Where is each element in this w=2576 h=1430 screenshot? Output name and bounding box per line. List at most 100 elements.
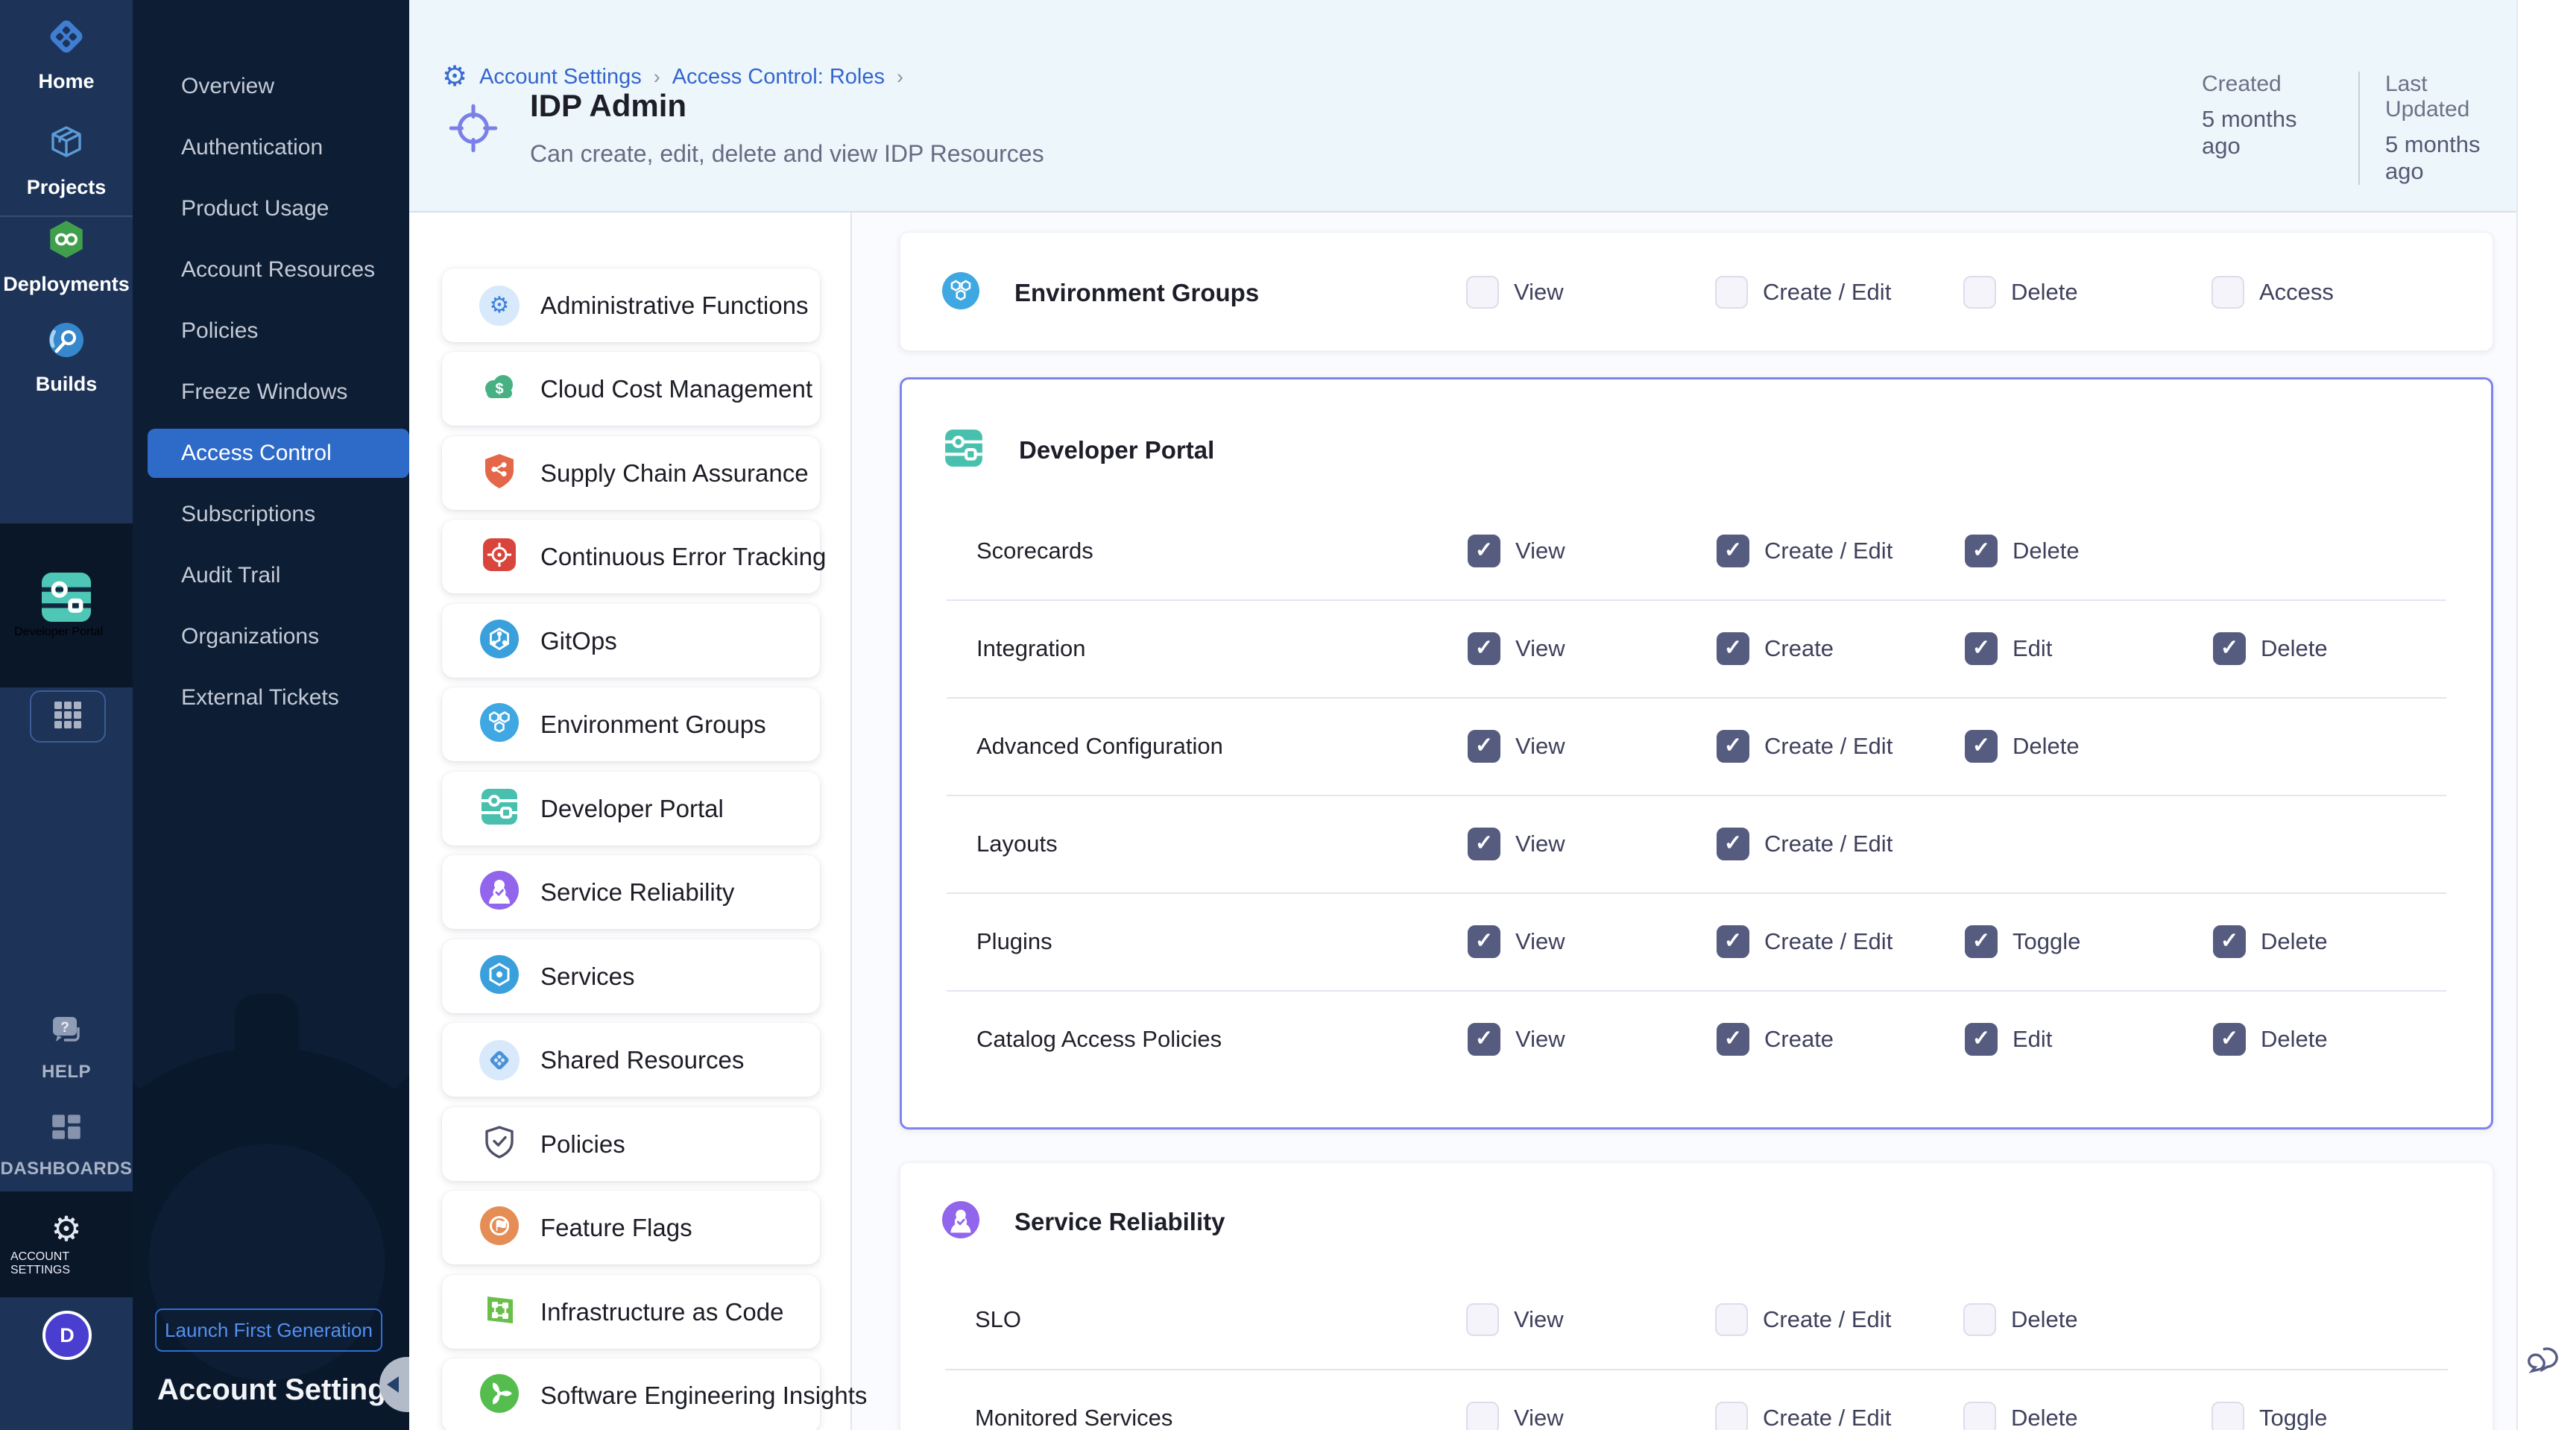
check-icon: ✓ <box>1724 1028 1742 1050</box>
toggle-checkbox[interactable]: ✓ <box>1965 925 1998 958</box>
permission-edit: ✓ Edit <box>1965 1023 2052 1056</box>
resource-card-cloud-cost-management[interactable]: $ Cloud Cost Management <box>442 352 820 426</box>
sidebar-item-label: Audit Trail <box>181 563 280 588</box>
create-checkbox[interactable]: ✓ <box>1717 632 1749 665</box>
edit-checkbox[interactable]: ✓ <box>1965 1023 1998 1056</box>
module-rail: Home Projects Deployments Builds Develo <box>0 0 133 1430</box>
delete-checkbox[interactable]: ✓ <box>2213 1023 2246 1056</box>
view-checkbox[interactable]: ✓ <box>1466 276 1499 309</box>
delete-checkbox[interactable]: ✓ <box>1963 1402 1996 1430</box>
access-checkbox[interactable]: ✓ <box>2212 276 2244 309</box>
delete-checkbox[interactable]: ✓ <box>1965 730 1998 763</box>
launch-first-generation-button[interactable]: Launch First Generation <box>155 1308 382 1352</box>
create-edit-checkbox[interactable]: ✓ <box>1717 925 1749 958</box>
permission-row-slo: SLO ✓ View ✓ Create / Edit ✓ Delete <box>900 1270 2493 1368</box>
edit-checkbox[interactable]: ✓ <box>1965 632 1998 665</box>
resource-card-feature-flags[interactable]: Feature Flags <box>442 1191 820 1264</box>
sidebar-item-freeze-windows[interactable]: Freeze Windows <box>133 368 409 417</box>
delete-checkbox[interactable]: ✓ <box>1963 276 1996 309</box>
sidebar-item-authentication[interactable]: Authentication <box>133 123 409 172</box>
resource-card-shared-resources[interactable]: Shared Resources <box>442 1023 820 1097</box>
resource-card-environment-groups[interactable]: Environment Groups <box>442 687 820 761</box>
permission-view: ✓ View <box>1468 925 1565 958</box>
sidebar-item-product-usage[interactable]: Product Usage <box>133 184 409 233</box>
sidebar-item-subscriptions[interactable]: Subscriptions <box>133 490 409 539</box>
sidebar-item-policies[interactable]: Policies <box>133 306 409 356</box>
view-checkbox[interactable]: ✓ <box>1468 1023 1500 1056</box>
target-square-icon <box>479 535 520 579</box>
delete-checkbox[interactable]: ✓ <box>2213 925 2246 958</box>
check-icon: ✓ <box>1972 930 1990 952</box>
last-updated-label: Last Updated <box>2385 72 2516 122</box>
rail-label: DASHBOARDS <box>0 1158 132 1179</box>
view-checkbox[interactable]: ✓ <box>1466 1402 1499 1430</box>
delete-checkbox[interactable]: ✓ <box>1965 535 1998 567</box>
resource-card-continuous-error-tracking[interactable]: Continuous Error Tracking <box>442 520 820 593</box>
sidebar-item-overview[interactable]: Overview <box>133 62 409 111</box>
resource-card-supply-chain-assurance[interactable]: Supply Chain Assurance <box>442 436 820 510</box>
resource-card-services[interactable]: Services <box>442 939 820 1013</box>
rail-item-home[interactable]: Home <box>0 15 133 94</box>
rail-label: Builds <box>36 372 98 397</box>
check-icon: ✓ <box>1724 930 1742 952</box>
collapse-arrow-icon <box>387 1376 399 1393</box>
resource-card-gitops[interactable]: GitOps <box>442 604 820 678</box>
sidebar-item-access-control[interactable]: Access Control <box>148 429 409 478</box>
create-edit-checkbox[interactable]: ✓ <box>1715 276 1748 309</box>
view-checkbox[interactable]: ✓ <box>1466 1303 1499 1336</box>
breadcrumb-access-control-roles[interactable]: Access Control: Roles <box>672 65 885 89</box>
resource-card-service-reliability[interactable]: Service Reliability <box>442 855 820 929</box>
sidebar-item-label: Subscriptions <box>181 502 315 527</box>
sidebar-item-label: Organizations <box>181 624 319 649</box>
delete-checkbox[interactable]: ✓ <box>1963 1303 1996 1336</box>
modules-grid-button[interactable] <box>30 690 106 743</box>
sidebar-item-label: Account Resources <box>181 257 375 283</box>
view-checkbox[interactable]: ✓ <box>1468 730 1500 763</box>
sidebar-item-external-tickets[interactable]: External Tickets <box>133 673 409 722</box>
view-checkbox[interactable]: ✓ <box>1468 535 1500 567</box>
permission-create-edit: ✓ Create / Edit <box>1715 1303 1891 1336</box>
admin-gear-icon: ⚙ <box>479 286 520 326</box>
create-edit-checkbox[interactable]: ✓ <box>1715 1303 1748 1336</box>
user-avatar[interactable]: D <box>42 1311 92 1360</box>
create-edit-checkbox[interactable]: ✓ <box>1717 828 1749 860</box>
permission-delete: ✓ Delete <box>2213 1023 2328 1056</box>
toggle-checkbox[interactable]: ✓ <box>2212 1402 2244 1430</box>
support-chat-icon[interactable] <box>2525 1341 2567 1386</box>
rail-item-dashboards[interactable]: DASHBOARDS <box>0 1111 133 1179</box>
resource-card-developer-portal[interactable]: Developer Portal <box>442 772 820 845</box>
view-checkbox[interactable]: ✓ <box>1468 828 1500 860</box>
breadcrumb-account-settings[interactable]: Account Settings <box>479 65 642 89</box>
create-edit-checkbox[interactable]: ✓ <box>1717 730 1749 763</box>
resource-card-software-engineering-insights[interactable]: Software Engineering Insights <box>442 1358 820 1430</box>
hex-cluster-icon <box>479 702 520 746</box>
sidebar-item-organizations[interactable]: Organizations <box>133 612 409 661</box>
create-edit-checkbox[interactable]: ✓ <box>1717 535 1749 567</box>
permission-create-edit: ✓ Create / Edit <box>1717 828 1892 860</box>
rail-item-account-settings[interactable]: ⚙ ACCOUNT SETTINGS <box>0 1191 133 1297</box>
resource-card-administrative-functions[interactable]: ⚙ Administrative Functions <box>442 268 820 342</box>
rail-item-help[interactable]: ? HELP <box>0 1011 133 1083</box>
rail-item-developer-portal[interactable]: Developer Portal <box>0 523 133 687</box>
view-checkbox[interactable]: ✓ <box>1468 632 1500 665</box>
view-checkbox[interactable]: ✓ <box>1468 925 1500 958</box>
permission-row-monitored-services: Monitored Services ✓ View ✓ Create / Edi… <box>900 1369 2493 1430</box>
hex-cluster-icon <box>941 271 980 314</box>
sidebar-item-audit-trail[interactable]: Audit Trail <box>133 551 409 600</box>
resource-card-infrastructure-as-code[interactable]: Infrastructure as Code <box>442 1275 820 1349</box>
delete-checkbox[interactable]: ✓ <box>2213 632 2246 665</box>
resource-card-policies[interactable]: Policies <box>442 1107 820 1181</box>
create-checkbox[interactable]: ✓ <box>1717 1023 1749 1056</box>
deployments-pipeline-icon <box>45 218 88 265</box>
rail-item-deployments[interactable]: Deployments <box>0 218 133 297</box>
rail-item-projects[interactable]: Projects <box>0 122 133 200</box>
cloud-dollar-icon: $ <box>479 367 520 411</box>
rail-item-builds[interactable]: Builds <box>0 319 133 397</box>
sidebar-item-account-resources[interactable]: Account Resources <box>133 245 409 294</box>
sidebar-item-label: Freeze Windows <box>181 379 347 405</box>
meta-divider <box>2358 72 2360 185</box>
check-icon: ✓ <box>1972 637 1990 659</box>
create-edit-checkbox[interactable]: ✓ <box>1715 1402 1748 1430</box>
permission-toggle: ✓ Toggle <box>2212 1402 2327 1430</box>
permission-view: ✓ View <box>1466 276 1564 309</box>
